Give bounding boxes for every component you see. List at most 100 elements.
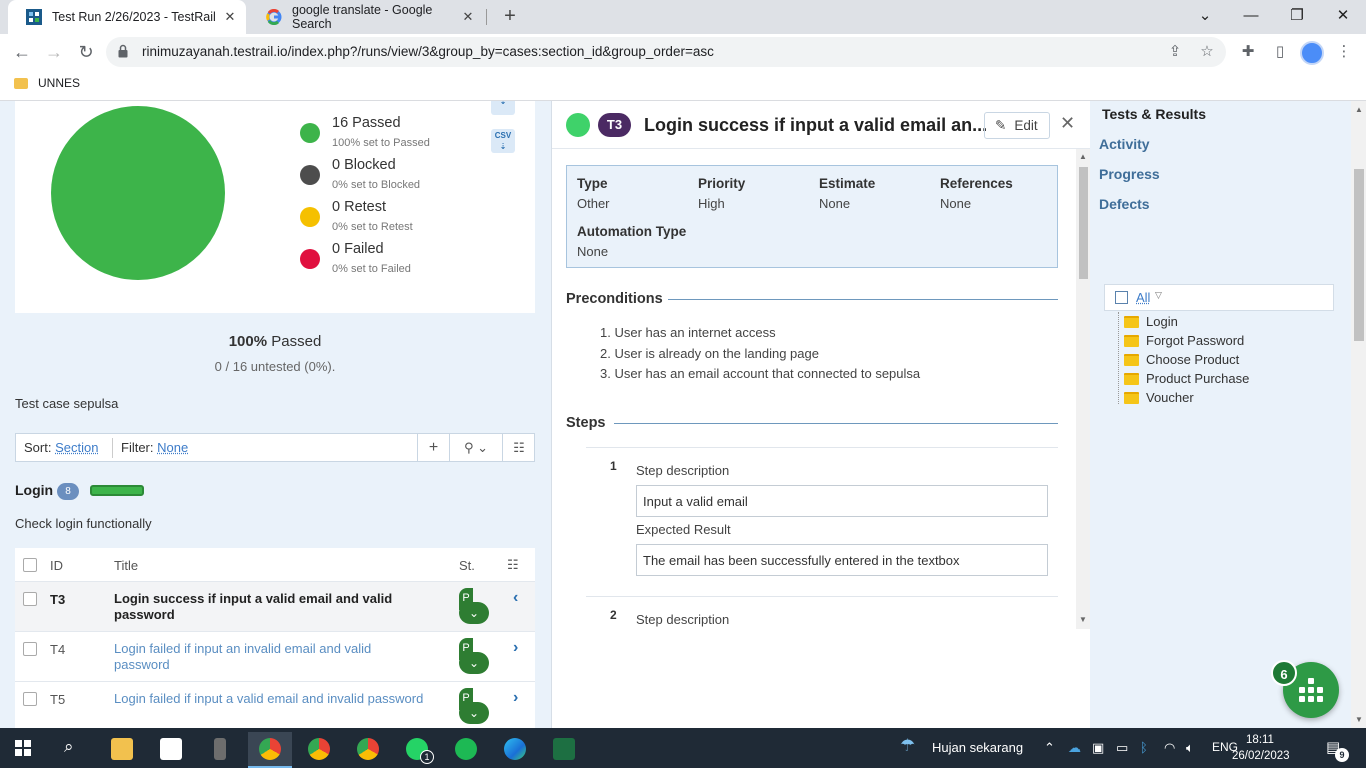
side-panel-icon[interactable]: ▯ [1270,42,1290,62]
chevron-right-icon[interactable]: › [513,639,518,657]
tab-google[interactable]: google translate - Google Search ✕ [248,0,484,34]
tab-search-icon[interactable]: ⌄ [1182,0,1228,34]
scroll-up-icon[interactable]: ▲ [1355,105,1363,114]
header-title[interactable]: Title [114,558,414,574]
close-tab-icon[interactable]: ✕ [460,9,476,25]
battery-icon[interactable]: ▭ [1116,740,1128,756]
clock[interactable]: 18:11 26/02/2023 [1232,732,1290,764]
detail-scrollbar[interactable]: ▲ ▼ [1076,149,1090,629]
tree-section-item[interactable]: Choose Product [1124,352,1239,367]
filter-value-link[interactable]: None [157,440,188,455]
nav-activity[interactable]: Activity [1099,136,1150,152]
bookmark-unnes[interactable]: UNNES [14,76,80,90]
page-scrollbar[interactable]: ▲ ▼ [1351,101,1366,728]
edit-button[interactable]: ✎ Edit [984,112,1050,139]
chevron-left-icon[interactable]: ‹ [513,589,518,607]
bookmarks-bar: UNNES [0,70,1366,101]
nav-defects[interactable]: Defects [1099,196,1150,212]
row-checkbox[interactable] [23,592,37,606]
scroll-thumb[interactable] [1354,169,1364,341]
scroll-up-icon[interactable]: ▲ [1079,152,1087,161]
forward-button[interactable]: → [40,38,68,66]
back-button[interactable]: ← [8,38,36,66]
scroll-thumb[interactable] [1079,167,1088,279]
export-csv-button[interactable]: CSV ⇣ [491,129,515,153]
row-id: T4 [50,642,66,657]
section-tree-filter[interactable]: All ▽ [1104,284,1334,311]
chevron-up-icon[interactable]: ⌃ [1044,740,1055,756]
row-checkbox[interactable] [23,642,37,656]
close-window-button[interactable]: ✕ [1320,0,1366,34]
tab-testrail[interactable]: Test Run 2/26/2023 - TestRail ✕ [8,0,246,34]
status-dropdown[interactable]: P ⌄ [459,688,489,726]
section-title[interactable]: Login [15,482,53,498]
edge-icon[interactable] [493,732,537,768]
row-checkbox[interactable] [23,692,37,706]
volume-icon[interactable]: 🔈︎ [1186,740,1194,756]
close-icon[interactable]: ✕ [1060,113,1075,134]
file-explorer-icon[interactable] [100,732,144,768]
row-title[interactable]: Login failed if input a valid email and … [114,691,454,707]
whatsapp-icon[interactable]: 1 [395,732,439,768]
tree-section-item[interactable]: Voucher [1124,390,1194,405]
app-icon[interactable] [198,732,242,768]
new-tab-button[interactable]: + [498,5,522,29]
browser-menu-icon[interactable]: ⋮ [1334,42,1354,62]
status-dropdown[interactable]: P ⌄ [459,588,489,626]
tree-line [1118,312,1119,404]
minimize-button[interactable]: — [1228,0,1274,34]
nav-tests-results[interactable]: Tests & Results [1102,106,1206,122]
detail-header: T3 Login success if input a valid email … [552,101,1090,149]
header-id[interactable]: ID [50,558,63,573]
spotify-icon[interactable] [444,732,488,768]
reload-button[interactable]: ↻ [72,38,100,66]
nav-progress[interactable]: Progress [1099,166,1160,182]
table-row[interactable]: T4 Login failed if input an invalid emai… [15,632,535,682]
chrome-icon[interactable] [248,732,292,768]
attr-key: Priority [698,176,746,191]
precondition-item: 2. User is already on the landing page [600,345,819,361]
excel-icon[interactable] [542,732,586,768]
address-bar[interactable]: rinimuzayanah.testrail.io/index.php?/run… [106,37,1226,67]
windows-start-icon[interactable] [15,740,31,756]
header-status[interactable]: St. [459,558,475,573]
export-download-icon[interactable]: ⇣ [491,101,515,115]
chrome-profile-icon[interactable] [346,732,390,768]
tree-section-item[interactable]: Product Purchase [1124,371,1249,386]
weather-icon[interactable]: ☂ [900,736,915,756]
assign-dropdown-button[interactable]: ⚲ ⌄ [449,434,502,461]
add-button[interactable]: + [417,434,449,461]
tree-section-label: Forgot Password [1146,333,1245,348]
table-row[interactable]: T5 Login failed if input a valid email a… [15,682,535,728]
profile-avatar[interactable] [1300,41,1324,65]
select-all-checkbox[interactable] [23,558,37,572]
scroll-down-icon[interactable]: ▼ [1355,715,1363,724]
row-title[interactable]: Login success if input a valid email and… [114,591,414,623]
chrome-profile-icon[interactable] [297,732,341,768]
weather-text[interactable]: Hujan sekarang [932,740,1023,755]
share-icon[interactable]: ⇪ [1166,43,1184,61]
scroll-down-icon[interactable]: ▼ [1079,615,1087,624]
tree-section-item[interactable]: Forgot Password [1124,333,1244,348]
close-tab-icon[interactable]: ✕ [222,9,238,25]
chevron-right-icon[interactable]: › [513,689,518,707]
column-options-icon[interactable]: ☷ [507,557,519,573]
sort-value-link[interactable]: Section [55,440,98,455]
device-icon[interactable]: ▣ [1092,740,1104,756]
columns-icon[interactable]: ☷ [502,434,535,461]
tree-section-item[interactable]: Login [1124,314,1178,329]
bluetooth-icon[interactable]: ᛒ [1140,740,1148,755]
bookmark-star-icon[interactable]: ☆ [1198,43,1216,61]
status-dropdown[interactable]: P ⌄ [459,638,489,676]
table-row[interactable]: T3 Login success if input a valid email … [15,582,535,632]
search-icon[interactable]: ⌕ [64,737,74,757]
onedrive-icon[interactable]: ☁ [1068,740,1081,756]
store-icon[interactable] [149,732,193,768]
caret-down-icon[interactable]: ▽ [1155,290,1162,301]
row-title[interactable]: Login failed if input an invalid email a… [114,641,414,673]
extensions-icon[interactable]: ✚ [1238,42,1258,62]
restore-button[interactable]: ❐ [1274,0,1320,34]
wifi-icon[interactable]: ◠ [1164,740,1175,756]
filter-all-link[interactable]: All [1136,290,1150,305]
grid-icon [1299,678,1323,702]
